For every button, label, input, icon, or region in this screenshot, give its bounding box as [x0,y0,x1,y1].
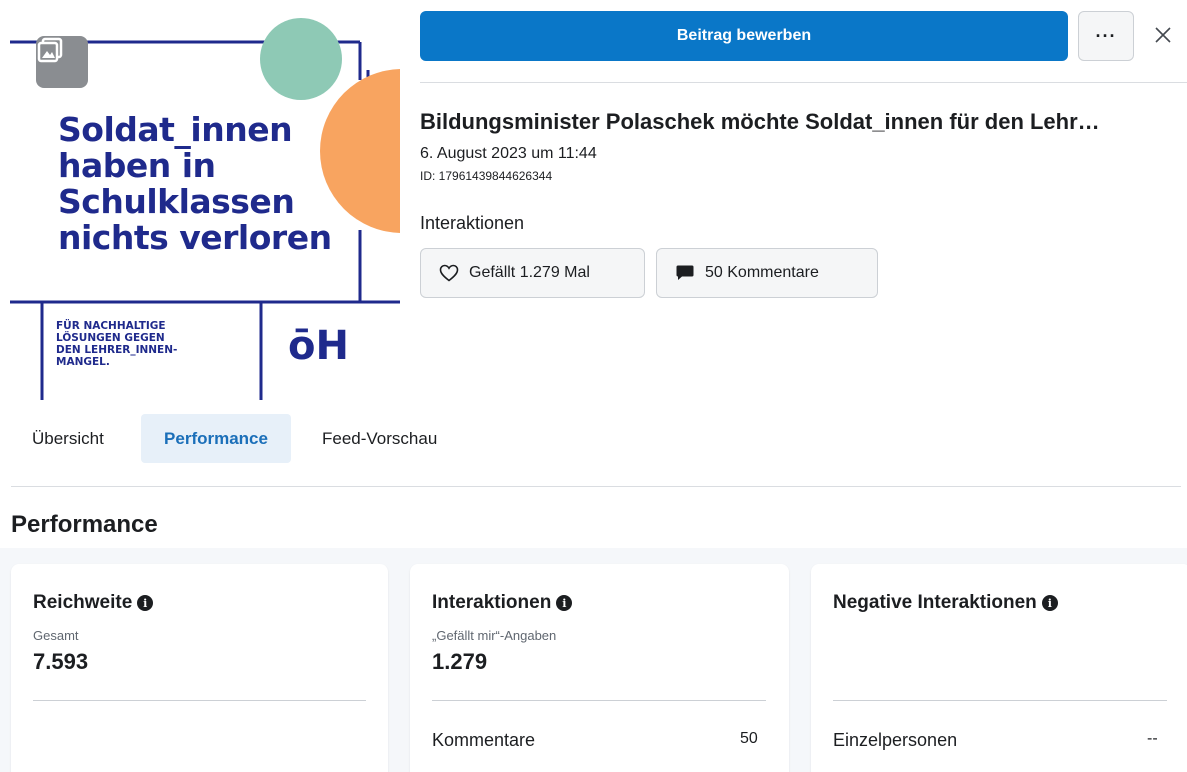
close-icon [1155,27,1171,43]
card-title-label: Interaktionen [432,592,552,613]
card-divider [432,700,766,701]
card-title: Negative Interaktionen i [833,592,1058,614]
tab-overview[interactable]: Übersicht [16,414,120,463]
card-divider [33,700,366,701]
card-title: Reichweite i [33,592,154,614]
post-id: ID: 17961439844626344 [420,169,553,183]
post-image[interactable]: Soldat_innen haben in Schulklassen nicht… [0,0,400,400]
tabs-divider [11,486,1181,487]
tab-feed-preview[interactable]: Feed-Vorschau [306,414,453,463]
card-title-label: Negative Interaktionen [833,592,1037,613]
interactions-heading: Interaktionen [420,213,525,233]
card-title: Interaktionen i [432,592,573,614]
brand-logo: ōH [288,323,349,369]
image-headline-line: Soldat_innen [58,110,293,149]
negative-interactions-card: Negative Interaktionen i Einzelpersonen … [811,564,1187,772]
image-footer-line: DEN LEHRER_INNEN- [56,344,178,356]
image-headline: Soldat_innen haben in Schulklassen nicht… [58,112,358,256]
post-title: Bildungsminister Polaschek möchte Soldat… [420,109,1100,134]
multi-image-icon [36,36,88,88]
card-row-value: 50 [740,730,758,747]
comments-chip-label: 50 Kommentare [705,264,819,281]
card-title-label: Reichweite [33,592,133,613]
image-footer-line: MANGEL. [56,356,110,368]
section-title: Performance [11,511,158,538]
image-footer-text: FÜR NACHHALTIGE LÖSUNGEN GEGEN DEN LEHRE… [56,320,256,368]
post-date: 6. August 2023 um 11:44 [420,145,597,162]
close-button[interactable] [1148,20,1178,50]
image-headline-line: nichts verloren [58,218,332,257]
card-row-label: Einzelpersonen [833,730,958,750]
tab-performance[interactable]: Performance [141,414,291,463]
interactions-card: Interaktionen i „Gefällt mir“-Angaben 1.… [410,564,789,772]
comments-chip[interactable]: 50 Kommentare [656,248,878,298]
more-options-button[interactable]: ··· [1078,11,1134,61]
card-row-label: Kommentare [432,730,536,750]
image-headline-line: Schulklassen [58,182,295,221]
promote-post-button[interactable]: Beitrag bewerben [420,11,1068,61]
card-value: 1.279 [432,649,488,674]
comment-icon [676,265,694,280]
info-icon[interactable]: i [1041,595,1058,611]
reach-card: Reichweite i Gesamt 7.593 [11,564,388,772]
divider [420,82,1187,83]
likes-chip[interactable]: Gefällt 1.279 Mal [420,248,645,298]
info-icon[interactable]: i [137,595,154,611]
card-divider [833,700,1167,701]
info-icon[interactable]: i [556,595,573,611]
card-subtitle: Gesamt [33,628,79,643]
image-footer-line: FÜR NACHHALTIGE [56,320,166,332]
heart-icon [439,264,459,282]
image-footer-line: LÖSUNGEN GEGEN [56,332,165,344]
card-row-value: -- [1147,730,1158,747]
card-subtitle: „Gefällt mir“-Angaben [432,628,557,643]
image-headline-line: haben in [58,146,216,185]
likes-chip-label: Gefällt 1.279 Mal [469,264,590,281]
card-value: 7.593 [33,649,89,674]
